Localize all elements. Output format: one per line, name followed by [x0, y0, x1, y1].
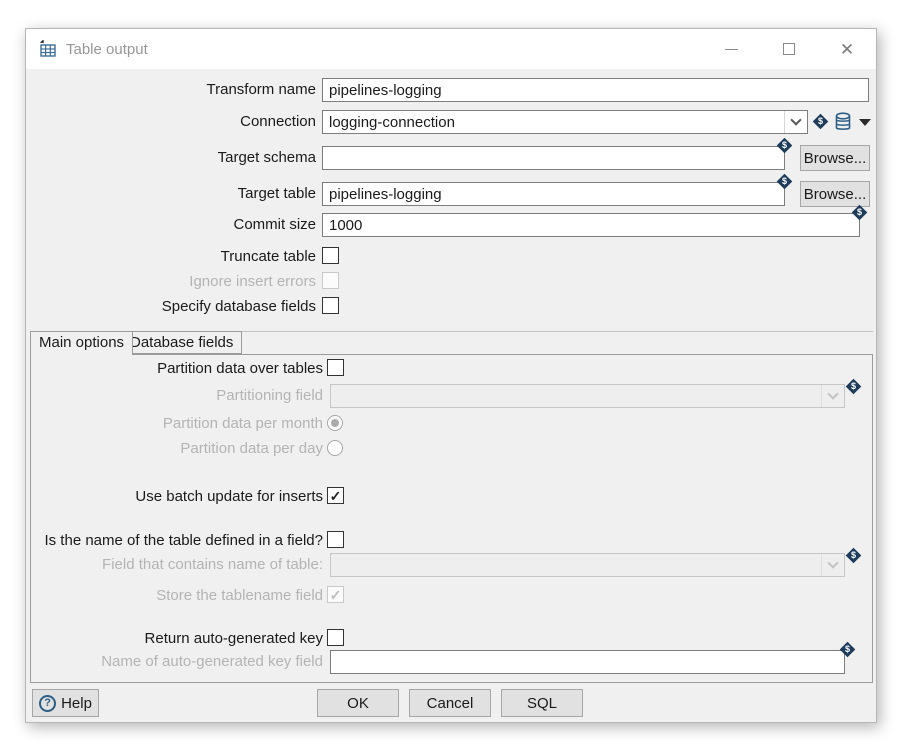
use-batch-update-checkbox[interactable]: [327, 487, 344, 504]
partition-data-over-tables-checkbox[interactable]: [327, 359, 344, 376]
connection-combo[interactable]: logging-connection: [322, 110, 808, 134]
use-batch-update-label: Use batch update for inserts: [26, 485, 323, 508]
specify-database-fields-label: Specify database fields: [26, 295, 316, 318]
connection-menu-triangle-icon[interactable]: [859, 119, 871, 126]
auto-key-field-label: Name of auto-generated key field: [26, 650, 323, 673]
target-schema-variable-icon: [777, 138, 793, 154]
maximize-button[interactable]: [760, 29, 818, 69]
truncate-table-label: Truncate table: [26, 245, 316, 268]
tab-database-fields[interactable]: Database fields: [121, 331, 242, 354]
close-icon: ✕: [840, 41, 854, 58]
commit-size-variable-icon: [852, 205, 868, 221]
specify-database-fields-checkbox[interactable]: [322, 297, 339, 314]
connection-label: Connection: [26, 110, 316, 133]
minimize-icon: [725, 49, 738, 50]
window-title: Table output: [66, 41, 148, 58]
table-output-dialog: Table output ✕ Transform name Connection…: [25, 28, 877, 723]
commit-size-input[interactable]: [322, 213, 860, 237]
store-tablename-label: Store the tablename field: [26, 584, 323, 607]
target-schema-input[interactable]: [322, 146, 785, 170]
partitioning-field-label: Partitioning field: [26, 384, 323, 407]
close-button[interactable]: ✕: [818, 29, 876, 69]
chevron-down-icon: [821, 385, 844, 407]
partitioning-field-combo: [330, 384, 845, 408]
field-with-table-name-label: Field that contains name of table:: [26, 553, 323, 576]
auto-key-field-variable-icon: [840, 642, 856, 658]
target-table-label: Target table: [26, 182, 316, 205]
target-table-input[interactable]: [322, 182, 785, 206]
partitioning-field-variable-icon: [846, 379, 862, 395]
table-name-in-field-label: Is the name of the table defined in a fi…: [26, 529, 323, 552]
database-icon[interactable]: [834, 112, 852, 132]
partition-per-day-label: Partition data per day: [26, 437, 323, 460]
target-schema-browse-button[interactable]: Browse...: [800, 145, 870, 171]
target-table-variable-icon: [777, 174, 793, 190]
transform-name-label: Transform name: [26, 78, 316, 101]
partition-per-month-label: Partition data per month: [26, 412, 323, 435]
chevron-down-icon: [821, 554, 844, 576]
help-button-label: Help: [61, 695, 92, 712]
minimize-button[interactable]: [702, 29, 760, 69]
ok-button[interactable]: OK: [317, 689, 399, 717]
transform-name-input[interactable]: [322, 78, 869, 102]
ignore-insert-errors-label: Ignore insert errors: [26, 270, 316, 293]
title-bar: Table output ✕: [26, 29, 876, 69]
maximize-icon: [783, 43, 795, 55]
table-output-icon: [39, 40, 57, 58]
partition-per-day-radio: [327, 440, 343, 456]
chevron-down-icon[interactable]: [784, 111, 807, 133]
commit-size-label: Commit size: [26, 213, 316, 236]
table-name-in-field-checkbox[interactable]: [327, 531, 344, 548]
partition-per-month-radio: [327, 415, 343, 431]
question-mark-icon: ?: [39, 695, 56, 712]
field-with-table-name-combo: [330, 553, 845, 577]
target-schema-label: Target schema: [26, 146, 316, 169]
return-auto-key-checkbox[interactable]: [327, 629, 344, 646]
field-with-table-name-variable-icon: [846, 548, 862, 564]
ignore-insert-errors-checkbox: [322, 272, 339, 289]
connection-value: logging-connection: [323, 114, 784, 131]
help-button[interactable]: ? Help: [32, 689, 99, 717]
return-auto-key-label: Return auto-generated key: [26, 627, 323, 650]
sql-button[interactable]: SQL: [501, 689, 583, 717]
cancel-button[interactable]: Cancel: [409, 689, 491, 717]
truncate-table-checkbox[interactable]: [322, 247, 339, 264]
partition-data-over-tables-label: Partition data over tables: [26, 357, 323, 380]
store-tablename-checkbox: [327, 586, 344, 603]
target-table-browse-button[interactable]: Browse...: [800, 181, 870, 207]
auto-key-field-input[interactable]: [330, 650, 845, 674]
connection-variable-icon[interactable]: [813, 114, 829, 130]
tab-main-options[interactable]: Main options: [30, 331, 133, 355]
